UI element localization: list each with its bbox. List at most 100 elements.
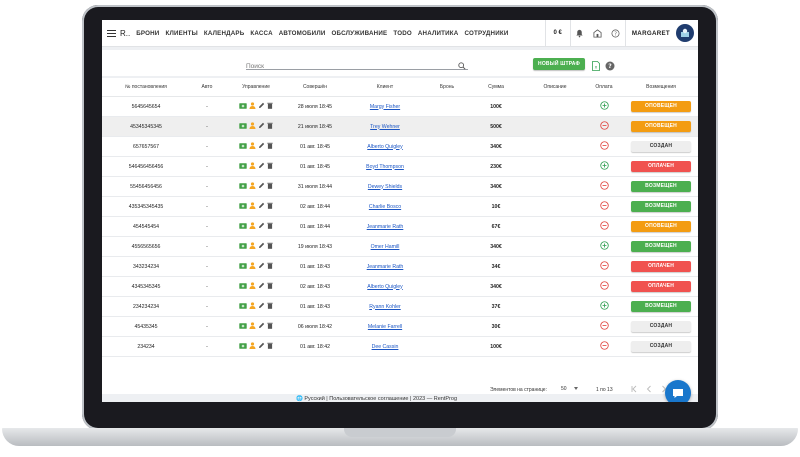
plus-circle-icon[interactable] (599, 161, 609, 170)
status-button[interactable]: ОПЛАЧЕН (631, 281, 691, 292)
client-icon[interactable] (249, 122, 256, 131)
column-header-8[interactable]: Оплата (584, 78, 624, 97)
delete-icon[interactable] (267, 202, 273, 211)
cash-icon[interactable] (239, 102, 247, 111)
table-row[interactable]: 45435345- 06 июля 18:42 Melanie Farrell 30€… (102, 316, 698, 337)
column-header-1[interactable]: Авто (190, 78, 224, 97)
table-row[interactable]: 55456456456- 31 июля 18:44 Dewey Shields 34… (102, 176, 698, 197)
table-row[interactable]: 546456456456- 01 авг. 18:45 Boyd Thompson 2… (102, 156, 698, 177)
building-icon[interactable] (591, 20, 605, 46)
client-link[interactable]: Dewey Shields (368, 184, 402, 190)
client-icon[interactable] (249, 182, 256, 191)
table-row[interactable]: 4556565656- 19 июля 18:43 Omer Hamill 340€ В… (102, 236, 698, 257)
user-name[interactable]: MARGARET (624, 20, 676, 46)
column-header-3[interactable]: Совершён (288, 78, 342, 97)
cash-icon[interactable] (239, 202, 247, 211)
table-row[interactable]: 234234- 01 авг. 18:42 Dee Cassin 100€ СОЗДАН (102, 336, 698, 357)
delete-icon[interactable] (267, 222, 273, 231)
cash-icon[interactable] (239, 262, 247, 271)
edit-icon[interactable] (258, 222, 265, 231)
client-link[interactable]: Jeanmarie Rath (367, 224, 404, 230)
client-link[interactable]: Margy Fisher (370, 104, 400, 110)
delete-icon[interactable] (267, 262, 273, 271)
delete-icon[interactable] (267, 182, 273, 191)
help-icon[interactable]: ? (605, 58, 615, 76)
delete-icon[interactable] (267, 122, 273, 131)
client-icon[interactable] (249, 102, 256, 111)
edit-icon[interactable] (258, 102, 265, 111)
status-button[interactable]: СОЗДАН (631, 321, 691, 332)
table-row[interactable]: 45345345345- 21 июля 18:45 Trey Wehner 500€… (102, 116, 698, 137)
help-circle-icon[interactable]: ? (609, 20, 623, 46)
client-icon[interactable] (249, 262, 256, 271)
status-button[interactable]: ОПЛАЧЕН (631, 261, 691, 272)
client-link[interactable]: Charlie Bosco (369, 204, 401, 210)
minus-circle-icon[interactable] (599, 181, 609, 190)
edit-icon[interactable] (258, 322, 265, 331)
client-link[interactable]: Omer Hamill (371, 244, 400, 250)
delete-icon[interactable] (267, 302, 273, 311)
table-row[interactable]: 4345345345- 02 авг. 18:43 Alberto Quigley 3… (102, 276, 698, 297)
nav-item-6[interactable]: TODO (393, 30, 412, 37)
menu-icon[interactable] (107, 29, 116, 37)
cash-icon[interactable] (239, 322, 247, 331)
plus-circle-icon[interactable] (599, 101, 609, 110)
client-link[interactable]: Jeanmarie Rath (367, 264, 404, 270)
client-link[interactable]: Ryann Kohler (369, 304, 400, 310)
cash-icon[interactable] (239, 342, 247, 351)
delete-icon[interactable] (267, 142, 273, 151)
client-icon[interactable] (249, 342, 256, 351)
column-header-7[interactable]: Описание (526, 78, 584, 97)
client-icon[interactable] (249, 202, 256, 211)
column-header-5[interactable]: Бронь (428, 78, 466, 97)
edit-icon[interactable] (258, 142, 265, 151)
minus-circle-icon[interactable] (599, 201, 609, 210)
client-icon[interactable] (249, 222, 256, 231)
chat-icon[interactable] (665, 380, 691, 402)
delete-icon[interactable] (267, 342, 273, 351)
status-button[interactable]: ОПОВЕЩЕН (631, 221, 691, 232)
edit-icon[interactable] (258, 302, 265, 311)
column-header-6[interactable]: Сумма (466, 78, 526, 97)
nav-item-5[interactable]: ОБСЛУЖИВАНИЕ (332, 30, 388, 37)
edit-icon[interactable] (258, 182, 265, 191)
edit-icon[interactable] (258, 282, 265, 291)
column-header-4[interactable]: Клиент (342, 78, 428, 97)
cash-icon[interactable] (239, 162, 247, 171)
status-button[interactable]: ВОЗМЕЩЕН (631, 181, 691, 192)
status-button[interactable]: СОЗДАН (631, 141, 691, 152)
client-link[interactable]: Alberto Quigley (367, 284, 402, 290)
minus-circle-icon[interactable] (599, 281, 609, 290)
table-row[interactable]: 454545454- 01 авг. 18:44 Jeanmarie Rath 67€… (102, 216, 698, 237)
nav-item-3[interactable]: КАССА (250, 30, 272, 37)
cash-icon[interactable] (239, 282, 247, 291)
client-icon[interactable] (249, 242, 256, 251)
minus-circle-icon[interactable] (599, 321, 609, 330)
search-input[interactable] (246, 60, 446, 73)
column-header-0[interactable]: № постановления (102, 78, 190, 97)
client-link[interactable]: Trey Wehner (370, 124, 400, 130)
bell-icon[interactable] (573, 20, 587, 46)
nav-item-1[interactable]: КЛИЕНТЫ (165, 30, 197, 37)
delete-icon[interactable] (267, 162, 273, 171)
edit-icon[interactable] (258, 162, 265, 171)
plus-circle-icon[interactable] (599, 241, 609, 250)
status-button[interactable]: ВОЗМЕЩЕН (631, 201, 691, 212)
status-button[interactable]: СОЗДАН (631, 341, 691, 352)
client-link[interactable]: Alberto Quigley (367, 144, 402, 150)
delete-icon[interactable] (267, 102, 273, 111)
edit-icon[interactable] (258, 262, 265, 271)
avatar[interactable] (676, 24, 694, 42)
client-icon[interactable] (249, 142, 256, 151)
nav-item-8[interactable]: СОТРУДНИКИ (464, 30, 508, 37)
table-row[interactable]: 234234234- 01 авг. 18:43 Ryann Kohler 37€ ВО… (102, 296, 698, 317)
status-button[interactable]: ОПОВЕЩЕН (631, 121, 691, 132)
table-row[interactable]: 343234234- 01 авг. 18:43 Jeanmarie Rath 34€… (102, 256, 698, 277)
cash-icon[interactable] (239, 302, 247, 311)
table-row[interactable]: 5645645654- 28 июля 18:45 Margy Fisher 100€… (102, 96, 698, 117)
nav-item-0[interactable]: БРОНИ (136, 30, 159, 37)
minus-circle-icon[interactable] (599, 261, 609, 270)
nav-item-2[interactable]: КАЛЕНДАРЬ (204, 30, 245, 37)
client-icon[interactable] (249, 162, 256, 171)
client-icon[interactable] (249, 282, 256, 291)
